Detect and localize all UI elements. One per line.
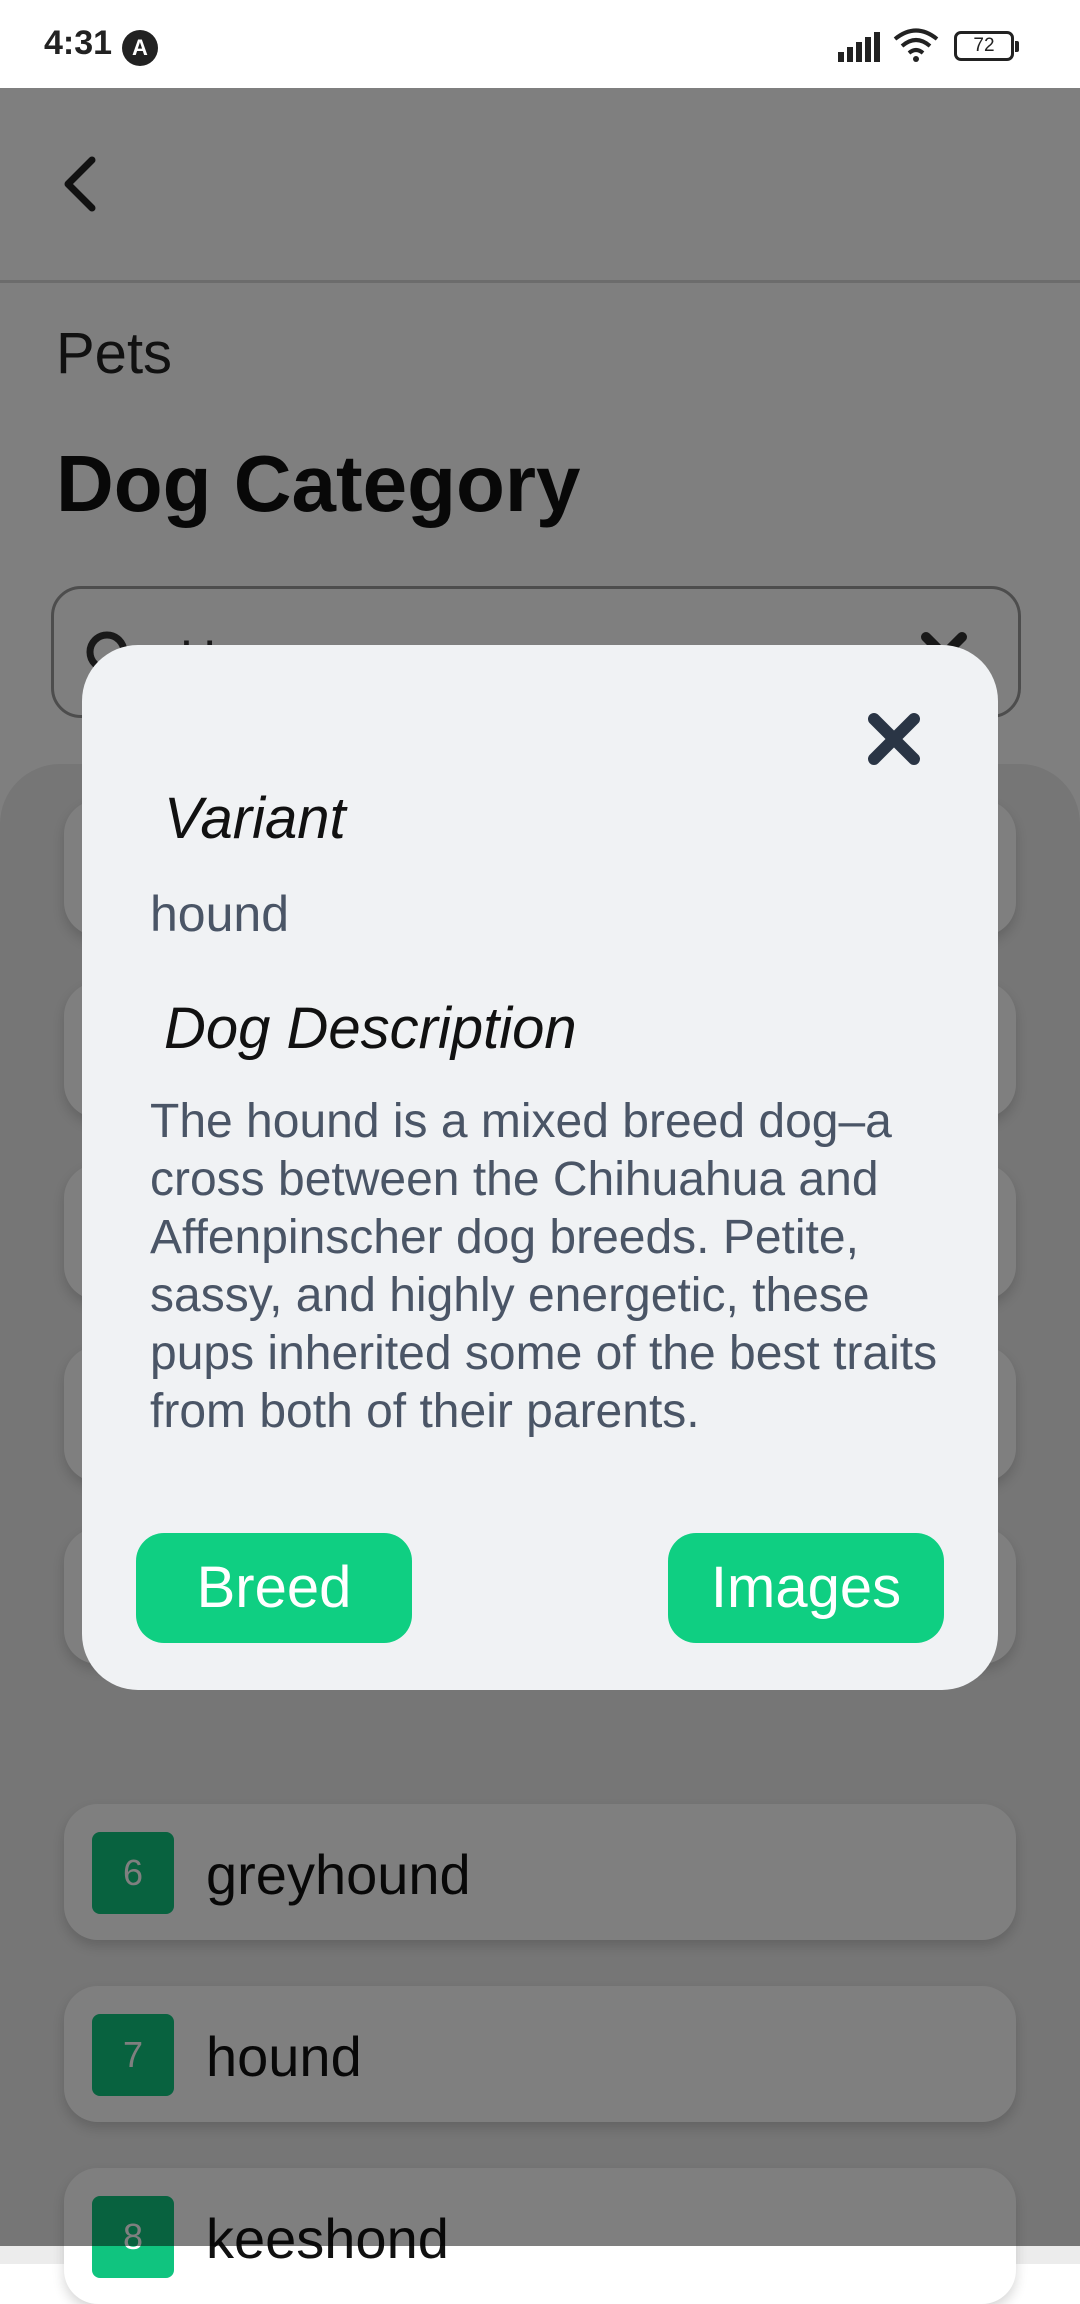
battery-indicator: 72 — [954, 31, 1019, 61]
dog-detail-dialog: Variant hound Dog Description The hound … — [82, 645, 998, 1690]
images-button[interactable]: Images — [668, 1533, 944, 1643]
breed-button[interactable]: Breed — [136, 1533, 412, 1643]
wifi-icon — [893, 28, 939, 62]
description-heading: Dog Description — [164, 996, 577, 1061]
status-time: 4:31 — [44, 24, 113, 62]
close-icon[interactable] — [866, 711, 922, 767]
notification-badge-icon: A — [122, 30, 158, 66]
status-bar: 4:31 A 72 — [0, 0, 1080, 88]
variant-value: hound — [150, 886, 290, 942]
dog-description: The hound is a mixed breed dog–a cross b… — [150, 1095, 938, 1438]
signal-icon — [838, 32, 880, 62]
variant-heading: Variant — [164, 786, 346, 851]
